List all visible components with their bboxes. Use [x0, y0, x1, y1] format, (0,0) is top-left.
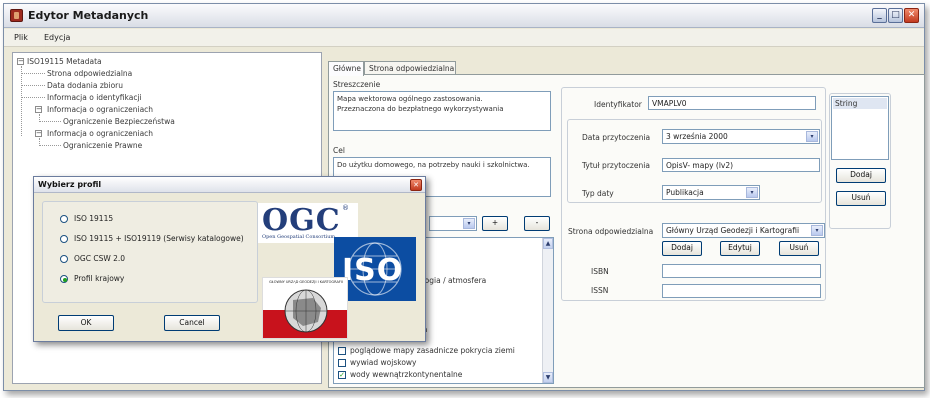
- data-przytoczenia-picker[interactable]: 3 września 2000 ▾: [662, 129, 820, 144]
- expand-root-icon[interactable]: −: [17, 58, 24, 65]
- radio-iso19115[interactable]: [60, 215, 68, 223]
- strona-odpowiedzialna-select[interactable]: Główny Urząd Geodezji i Kartografii ▾: [662, 223, 825, 238]
- tree-item[interactable]: Informacja o ograniczeniach: [47, 105, 153, 114]
- tree-item[interactable]: Strona odpowiedzialna: [47, 69, 132, 78]
- minimize-button[interactable]: _: [872, 8, 887, 23]
- tree-line: [39, 121, 61, 122]
- cancel-button[interactable]: Cancel: [164, 315, 220, 331]
- title-bar: Edytor Metadanych _ □ ✕: [4, 4, 924, 28]
- tytul-przytoczenia-input[interactable]: OpisV- mapy (lv2): [662, 158, 820, 172]
- app-icon: [10, 9, 23, 22]
- radio-label: Profil krajowy: [74, 274, 125, 283]
- tab-strona-odpowiedzialna[interactable]: Strona odpowiedzialna: [364, 61, 456, 75]
- window-title: Edytor Metadanych: [28, 9, 149, 22]
- dialog-title: Wybierz profil: [38, 180, 102, 189]
- streszczenie-line: Mapa wektorowa ogólnego zastosowania.: [337, 95, 483, 103]
- date-value: 3 września 2000: [666, 132, 728, 141]
- chevron-down-icon[interactable]: ▾: [746, 187, 758, 198]
- topic-item-label: wody wewnątrzkontynentalne: [350, 370, 463, 379]
- tree-line: [21, 97, 45, 98]
- maximize-button[interactable]: □: [888, 8, 903, 23]
- topic-list-scrollbar[interactable]: ▲ ▼: [542, 238, 553, 383]
- tree-item[interactable]: Informacja o identyfikacji: [47, 93, 142, 102]
- chevron-down-icon[interactable]: ▾: [806, 131, 818, 142]
- identyfikator-input[interactable]: VMAPLV0: [648, 96, 816, 110]
- tab-glowne[interactable]: Główne: [328, 61, 364, 76]
- data-przytoczenia-label: Data przytoczenia: [582, 133, 651, 142]
- string-list-group: String Dodaj Usuń: [829, 93, 891, 229]
- ok-button[interactable]: OK: [58, 315, 114, 331]
- chevron-down-icon[interactable]: ▾: [811, 225, 823, 236]
- string-list[interactable]: String: [831, 96, 889, 160]
- menu-edit[interactable]: Edycja: [44, 33, 70, 42]
- tree-line: [21, 73, 45, 74]
- radio-label: ISO 19115: [74, 214, 114, 223]
- isbn-label: ISBN: [591, 267, 609, 276]
- cel-label: Cel: [333, 146, 345, 155]
- tree-line: [21, 85, 45, 86]
- tree-item[interactable]: Ograniczenie Bezpieczeństwa: [63, 117, 175, 126]
- streszczenie-label: Streszczenie: [333, 80, 381, 89]
- dialog-title-bar: Wybierz profil ✕: [34, 177, 425, 193]
- chevron-down-icon[interactable]: ▾: [463, 218, 475, 229]
- expand-icon[interactable]: −: [35, 130, 42, 137]
- dialog-close-button[interactable]: ✕: [410, 179, 422, 191]
- usun-string-button[interactable]: Usuń: [836, 191, 886, 206]
- menu-bar: Plik Edycja: [4, 29, 924, 47]
- scroll-up-icon[interactable]: ▲: [543, 238, 553, 249]
- tytul-przytoczenia-label: Tytuł przytoczenia: [582, 161, 650, 170]
- menu-file[interactable]: Plik: [14, 33, 28, 42]
- topic-item-label: wywiad wojskowy: [350, 358, 417, 367]
- tree-line: [21, 66, 22, 136]
- dodaj-strona-button[interactable]: Dodaj: [662, 241, 702, 256]
- topic-category-select[interactable]: ▾: [429, 216, 477, 231]
- tree-item[interactable]: Data dodania zbioru: [47, 81, 123, 90]
- topic-item-label: poglądowe mapy zasadnicze pokrycia ziemi: [350, 346, 515, 355]
- topic-checkbox-checked[interactable]: ✓: [338, 371, 346, 379]
- tree-item[interactable]: Informacja o ograniczeniach: [47, 129, 153, 138]
- edytuj-strona-button[interactable]: Edytuj: [720, 241, 760, 256]
- radio-ogc-csw[interactable]: [60, 255, 68, 263]
- identyfikator-label: Identyfikator: [594, 100, 642, 109]
- strona-value: Główny Urząd Geodezji i Kartografii: [666, 226, 800, 235]
- tree-item[interactable]: Ograniczenie Prawne: [63, 141, 142, 150]
- typ-daty-value: Publikacja: [666, 188, 704, 197]
- remove-topic-button[interactable]: -: [524, 216, 550, 231]
- streszczenie-line: Przeznaczona do bezpłatnego wykorzystywa…: [337, 105, 504, 113]
- issn-label: ISSN: [591, 286, 609, 295]
- ogc-logo-subtitle: Open Geospatial Consortium: [262, 234, 336, 240]
- expand-icon[interactable]: −: [35, 106, 42, 113]
- close-button[interactable]: ✕: [904, 8, 919, 23]
- isbn-input[interactable]: [662, 264, 821, 278]
- iso-logo-text: ISO: [342, 253, 404, 288]
- cel-text: Do użytku domowego, na potrzeby nauki i …: [337, 161, 530, 169]
- globe-map-icon: [284, 289, 328, 333]
- streszczenie-textarea[interactable]: Mapa wektorowa ogólnego zastosowania. Pr…: [333, 91, 551, 131]
- radio-label: OGC CSW 2.0: [74, 254, 126, 263]
- typ-daty-select[interactable]: Publikacja ▾: [662, 185, 760, 200]
- topic-item-label: ologia / atmosfera: [418, 276, 487, 285]
- topic-checkbox[interactable]: [338, 359, 346, 367]
- issn-input[interactable]: [662, 284, 821, 298]
- profile-dialog: Wybierz profil ✕ ISO 19115 ISO 19115 + I…: [33, 176, 426, 342]
- typ-daty-label: Typ daty: [582, 189, 614, 198]
- ogc-logo-reg: ®: [342, 204, 349, 212]
- usun-strona-button[interactable]: Usuń: [779, 241, 819, 256]
- gugik-logo: GŁÓWNY URZĄD GEODEZJI I KARTOGRAFII: [262, 277, 348, 339]
- radio-label: ISO 19115 + ISO19119 (Serwisy katalogowe…: [74, 234, 244, 243]
- radio-iso19115-19119[interactable]: [60, 235, 68, 243]
- strona-odpowiedzialna-label: Strona odpowiedzialna: [568, 227, 654, 236]
- ogc-logo-text: OGC: [262, 203, 341, 238]
- tree-line: [39, 145, 61, 146]
- dodaj-string-button[interactable]: Dodaj: [836, 168, 886, 183]
- tree-root[interactable]: ISO19115 Metadata: [27, 57, 102, 66]
- add-topic-button[interactable]: +: [482, 216, 508, 231]
- topic-checkbox[interactable]: [338, 347, 346, 355]
- radio-profil-krajowy[interactable]: [60, 275, 68, 283]
- scroll-down-icon[interactable]: ▼: [543, 372, 553, 383]
- string-list-item[interactable]: String: [833, 98, 887, 109]
